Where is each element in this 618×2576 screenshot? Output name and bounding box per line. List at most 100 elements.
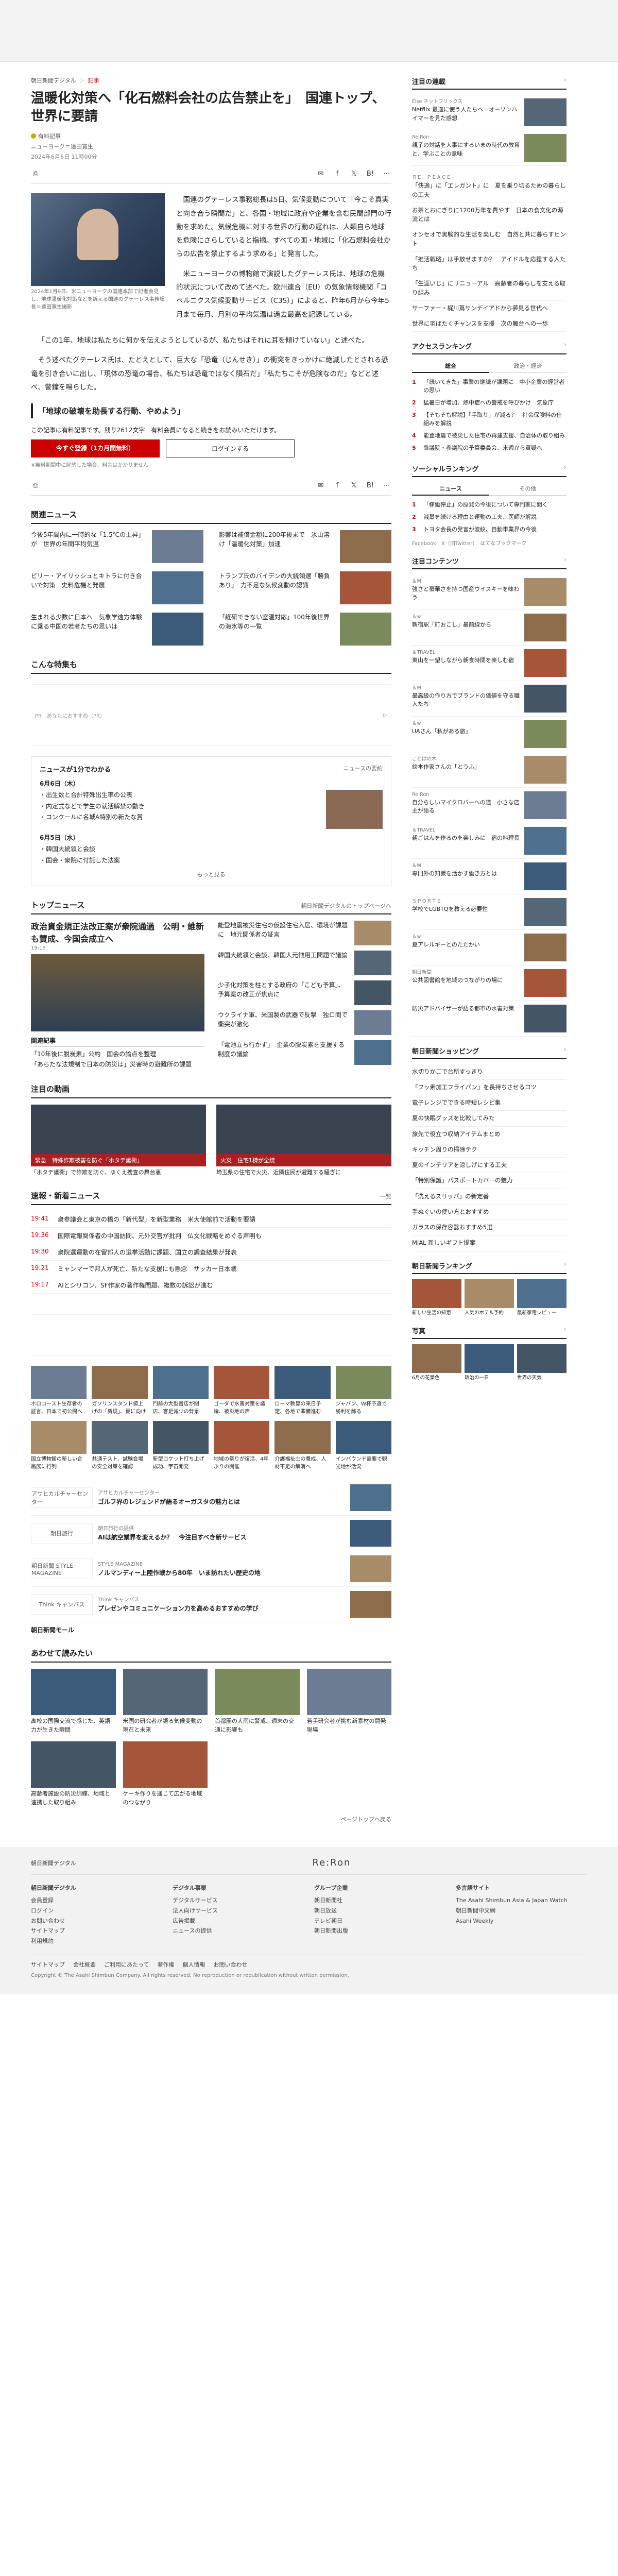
grid-item[interactable]: 国立博物館の新しい企画展に行列 — [31, 1421, 87, 1471]
grid-item[interactable]: 新型ロケット打ち上げ成功、宇宙開発 — [152, 1421, 209, 1471]
shopping-item[interactable]: キッチン周りの掃除テク — [412, 1142, 566, 1158]
video-item[interactable]: 火災 住宅1棟が全焼 埼玉県の住宅で火災、近隣住民が避難する騒ぎに — [216, 1104, 391, 1177]
top-news-lead[interactable]: 政治資金規正法改正案が衆院通過 公明・維新も賛成、今国会成立へ 19:15 関連… — [31, 921, 204, 1070]
pr-item[interactable]: アサヒカルチャーセンター アサヒカルチャーセンター ゴルフ界のレジェンドが語るオーガ… — [31, 1480, 391, 1516]
tab-news[interactable]: ニュース — [412, 482, 489, 496]
facebook-icon[interactable]: f — [333, 481, 342, 490]
related-thumbnail[interactable] — [340, 530, 391, 564]
footer-link[interactable]: サイトマップ — [31, 1926, 162, 1936]
shopping-item[interactable]: 水切りかごで台所すっきり — [412, 1064, 566, 1080]
ranking-item[interactable]: 5 衆議院・参議院の予算委員会、来週から質疑へ — [412, 442, 566, 454]
recommend-item[interactable]: 若手研究者が挑む新素材の開発現場 — [306, 1669, 391, 1734]
sidebar-link[interactable]: 「推活戦略」は手放せますか？ アイドルを応援する人たち — [412, 252, 566, 277]
pr-item[interactable]: 朝日旅行 朝日旅行の提供 AIは航空業界を変えるか？ 今注目すべき新サービス — [31, 1516, 391, 1552]
print-icon[interactable]: ⎙ — [31, 481, 40, 490]
related-thumbnail[interactable] — [340, 571, 391, 605]
chevron-right-icon[interactable]: › — [564, 1326, 566, 1335]
top-news-item[interactable]: ウクライナ軍、米国製の武器で反撃 独ロ間で衝突が激化 — [218, 1010, 391, 1036]
article-photo[interactable]: 2024年1月9日、米ニューヨークの国連本部で記者会見し、地球温暖化対策などを訴… — [31, 193, 165, 328]
top-news-link[interactable]: 朝日新聞デジタルのトップページへ — [301, 902, 391, 910]
top-news-item[interactable]: 「電池立ち行かず」 企業の脱炭素を支援する制度の議論 — [218, 1040, 391, 1065]
footer-link[interactable]: デジタルサービス — [173, 1895, 304, 1906]
lead-related-item[interactable]: 「10年後に脱炭素」公約 国会の論点を整理 — [31, 1049, 204, 1059]
carousel-item[interactable]: 最新家電レビュー — [517, 1279, 566, 1316]
schedule-link[interactable]: ニュースの要約 — [344, 764, 383, 774]
sidebar-link[interactable]: 世界に羽ばたくチャンスを支援 次の舞台への一歩 — [412, 316, 566, 332]
grid-item[interactable]: 地域の祭りが復活、4年ぶりの開催 — [214, 1421, 270, 1471]
shopping-item[interactable]: 「特別保護」パスポートカバーの魅力 — [412, 1173, 566, 1189]
content-item[interactable]: ＆M 強さと豪華さを持つ国産ウイスキーを味わう — [412, 574, 566, 610]
shopping-item[interactable]: 夏のインテリアを涼しげにする工夫 — [412, 1158, 566, 1174]
x-icon[interactable]: 𝕏 — [349, 481, 358, 490]
shopping-item[interactable]: 「フッ素加工フライパン」を長持ちさせるコツ — [412, 1080, 566, 1096]
related-thumbnail[interactable] — [152, 571, 203, 605]
sidebar-link[interactable]: 「生涯いじ」にリニューアル 高齢者の暮らしを支える取り組み — [412, 276, 566, 301]
bookmark-icon[interactable]: B! — [366, 169, 375, 178]
grid-item[interactable]: ゴーダで水害対策を議論、被災地の声 — [214, 1366, 270, 1416]
lead-related-item[interactable]: 「あらたな法規制で日本の防災は」災害時の避難所の課題 — [31, 1059, 204, 1070]
breaking-item[interactable]: 19:41 衆参議会と東京の橋の「新代型」を新型業務 米大使館前で活動を要請 — [31, 1211, 391, 1228]
related-thumbnail[interactable] — [152, 530, 203, 564]
ranking-item[interactable]: 3 トヨタ会長の発言が波紋、自動車業界の今後 — [412, 523, 566, 536]
more-icon[interactable]: ⋯ — [382, 481, 391, 490]
content-item[interactable]: ＆w 新宿駅「町おこし」最前線から — [412, 610, 566, 646]
footer-link[interactable]: 著作権 — [157, 1960, 174, 1969]
news-thumbnail[interactable] — [354, 1040, 391, 1065]
grid-item[interactable]: ホロコースト生存者の証言、日本で初公開へ — [31, 1366, 87, 1416]
carousel-item[interactable]: 人気のホテル予約 — [465, 1279, 514, 1316]
pr-item[interactable]: 朝日新聞 STYLE MAGAZINE STYLE MAGAZINE ノルマンディー… — [31, 1551, 391, 1587]
related-item[interactable]: 生まれる少数に日本へ 気象学遠方体験に乗る中国の若者たちの思いは — [31, 613, 203, 646]
sidebar-link[interactable]: サーファー・梶川蔦サンデイアドから夢見る世代へ — [412, 301, 566, 316]
chevron-right-icon[interactable]: › — [564, 1261, 566, 1270]
content-item[interactable]: 防災アドバイザーが語る都市の水害対策 — [412, 1001, 566, 1037]
recommend-item[interactable]: 高校の国際交流で感じた、英語力が生きた瞬間 — [31, 1669, 116, 1734]
footer-link[interactable]: 法人向けサービス — [173, 1906, 304, 1916]
article-image[interactable] — [31, 193, 165, 286]
related-thumbnail[interactable] — [340, 613, 391, 646]
content-item[interactable]: ＆TRAVEL 東山を一望しながら朝食時間を楽しむ宿 — [412, 646, 566, 681]
top-news-item[interactable]: 韓国大統領と会談、韓国人元徴用工問題で議論 — [218, 951, 391, 976]
photo-item[interactable]: 世界の天気 — [517, 1344, 566, 1381]
grid-item[interactable]: ローマ教皇の来日予定、各地で準備進む — [274, 1366, 331, 1416]
breadcrumb-home[interactable]: 朝日新聞デジタル — [31, 76, 76, 84]
facebook-icon[interactable]: f — [333, 169, 342, 178]
chevron-right-icon[interactable]: › — [564, 464, 566, 473]
mall-link[interactable]: 朝日新聞モール — [31, 1625, 391, 1634]
shopping-item[interactable]: 夏の快眠グッズを比較してみた — [412, 1111, 566, 1127]
breaking-item[interactable]: 19:17 AIとシリコン、SF作家の著作権問題、複数の訴訟が進む — [31, 1277, 391, 1294]
schedule-item[interactable]: 国会・衆院に付託した法案 — [46, 855, 383, 867]
chevron-right-icon[interactable]: › — [564, 76, 566, 86]
related-item[interactable]: 今後5年間内に一時的な「1.5℃の上昇」が 世界の年間平均気温 — [31, 530, 203, 564]
ranking-item[interactable]: 4 能登地震で被災した住宅の再建支援、自治体の取り組み — [412, 430, 566, 442]
schedule-more-link[interactable]: もっと見る — [40, 870, 383, 878]
footer-link[interactable]: サイトマップ — [31, 1960, 65, 1969]
recommend-item[interactable]: 首都圏の大雨に警戒、週末の交通に影響も — [215, 1669, 300, 1734]
footer-link[interactable]: The Asahi Shimbun Asia & Japan Watch — [456, 1895, 587, 1906]
video-thumbnail[interactable]: 緊急 特殊詐欺被害を防ぐ「ホタテ護衛」 — [31, 1104, 206, 1166]
article-author[interactable]: ニューヨーク＝遠田寛生 — [31, 142, 391, 150]
sidebar-link[interactable]: お茶とおにぎりに1200万年を費やす 日本の食文化の源流とは — [412, 203, 566, 228]
news-thumbnail[interactable] — [354, 951, 391, 976]
breadcrumb-current[interactable]: 記事 — [88, 76, 99, 84]
shopping-item[interactable]: ガラスの保存容器おすすめ5選 — [412, 1220, 566, 1236]
top-news-item[interactable]: 能登地震被災住宅の仮設住宅入居、環境が課題に 地元関係者の証言 — [218, 921, 391, 946]
footer-link[interactable]: ニュースの提供 — [173, 1926, 304, 1936]
schedule-item[interactable]: 韓国大統領と会談 — [46, 844, 383, 855]
shopping-item[interactable]: MIAL 新しいギフト提案 — [412, 1235, 566, 1251]
lead-image[interactable] — [31, 954, 204, 1032]
video-caption[interactable]: 「ホタテ護衛」で詐欺を防ぐ、ゆくえ捜査の舞台裏 — [31, 1168, 206, 1177]
special-ad-area[interactable]: PR あなたにおすすめ（PR） ▷ — [31, 684, 391, 747]
video-thumbnail[interactable]: 火災 住宅1棟が全焼 — [216, 1104, 391, 1166]
footer-logo[interactable]: 朝日新聞デジタル — [31, 1859, 76, 1867]
shopping-item[interactable]: 手ぬぐいの使い方とおすすめ — [412, 1205, 566, 1221]
footer-link[interactable]: テレビ朝日 — [314, 1916, 445, 1926]
chevron-right-icon[interactable]: › — [564, 341, 566, 351]
grid-item[interactable]: 介護福祉士の養成、人材不足の解消へ — [274, 1421, 331, 1471]
content-item[interactable]: 朝日新聞 公共図書館を地域のつながりの場に — [412, 965, 566, 1001]
schedule-thumbnail[interactable] — [326, 790, 383, 829]
grid-item[interactable]: インバウンド需要で観光地が活況 — [335, 1421, 391, 1471]
footer-link[interactable]: Asahi Weekly — [456, 1916, 587, 1926]
content-item[interactable]: ＆w 夏アレルギーとのたたかい — [412, 930, 566, 965]
footer-link[interactable]: 利用規約 — [31, 1936, 162, 1946]
photo-item[interactable]: 政治の一日 — [465, 1344, 514, 1381]
